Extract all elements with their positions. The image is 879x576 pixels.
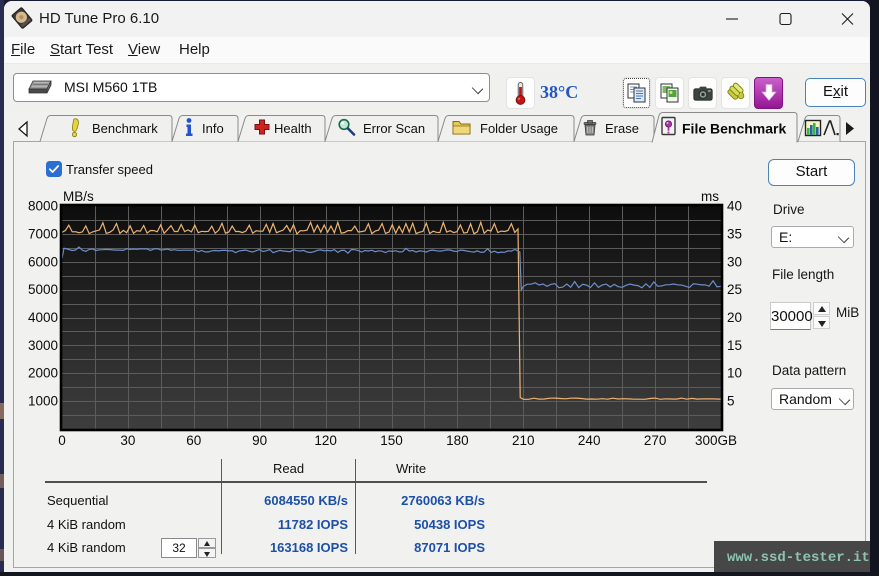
svg-text:0: 0 [58,433,66,448]
svg-text:10: 10 [727,366,742,381]
svg-text:25: 25 [727,282,742,297]
svg-text:120: 120 [314,433,337,448]
svg-text:2000: 2000 [28,366,58,381]
svg-text:ms: ms [701,189,719,204]
svg-text:5000: 5000 [28,282,58,297]
svg-text:300GB: 300GB [695,433,737,448]
svg-text:1000: 1000 [28,394,58,409]
svg-text:90: 90 [252,433,267,448]
svg-text:180: 180 [446,433,469,448]
svg-text:270: 270 [644,433,667,448]
svg-text:15: 15 [727,338,742,353]
svg-text:210: 210 [512,433,535,448]
svg-text:150: 150 [380,433,403,448]
svg-text:MB/s: MB/s [63,189,94,204]
svg-text:60: 60 [186,433,201,448]
svg-text:6000: 6000 [28,254,58,269]
svg-text:5: 5 [727,394,735,409]
svg-text:3000: 3000 [28,338,58,353]
svg-text:20: 20 [727,310,742,325]
svg-text:7000: 7000 [28,226,58,241]
svg-text:8000: 8000 [28,199,58,214]
svg-text:4000: 4000 [28,310,58,325]
svg-text:40: 40 [727,199,742,214]
svg-text:240: 240 [578,433,601,448]
svg-text:35: 35 [727,226,742,241]
svg-text:30: 30 [120,433,135,448]
svg-text:30: 30 [727,254,742,269]
